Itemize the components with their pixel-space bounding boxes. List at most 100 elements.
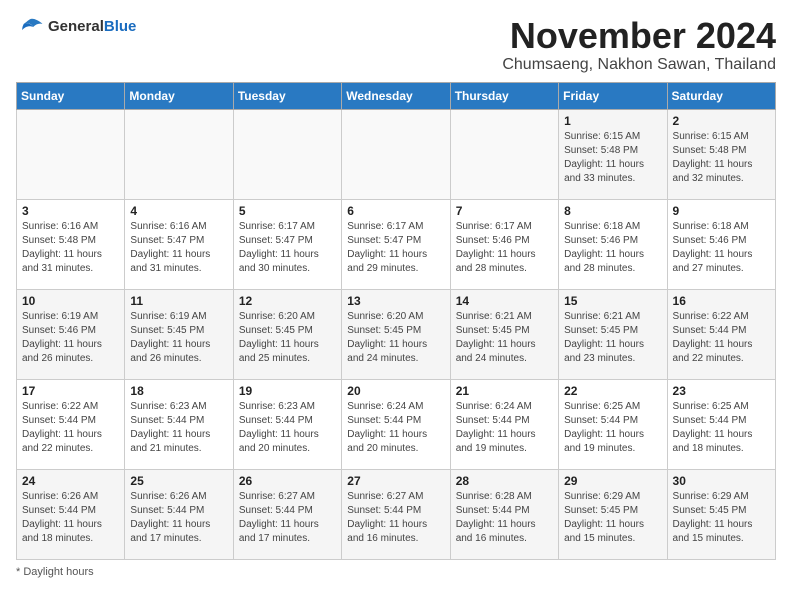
page-header: GeneralBlue November 2024 Chumsaeng, Nak…: [16, 16, 776, 74]
day-info: Sunrise: 6:19 AM Sunset: 5:46 PM Dayligh…: [22, 310, 119, 366]
calendar-cell: 15 Sunrise: 6:21 AM Sunset: 5:45 PM Dayli…: [559, 289, 667, 379]
calendar-cell: 2Sunrise: 6:15 AM Sunset: 5:48 PM Daylig…: [667, 109, 775, 199]
day-info: Sunrise: 6:24 AM Sunset: 5:44 PM Dayligh…: [347, 400, 444, 456]
calendar-cell: 4 Sunrise: 6:16 AM Sunset: 5:47 PM Daylig…: [125, 199, 233, 289]
logo-text: GeneralBlue: [48, 18, 136, 36]
day-info: Sunrise: 6:23 AM Sunset: 5:44 PM Dayligh…: [130, 400, 227, 456]
day-info: Sunrise: 6:22 AM Sunset: 5:44 PM Dayligh…: [22, 400, 119, 456]
calendar-cell: 27 Sunrise: 6:27 AM Sunset: 5:44 PM Dayli…: [342, 469, 450, 559]
calendar-cell: 10 Sunrise: 6:19 AM Sunset: 5:46 PM Dayli…: [17, 289, 125, 379]
day-info: Sunrise: 6:16 AM Sunset: 5:48 PM Dayligh…: [22, 220, 119, 276]
calendar-cell: 29 Sunrise: 6:29 AM Sunset: 5:45 PM Dayli…: [559, 469, 667, 559]
day-number: 24: [22, 474, 119, 488]
day-info: Sunrise: 6:20 AM Sunset: 5:45 PM Dayligh…: [347, 310, 444, 366]
calendar-header-tuesday: Tuesday: [233, 82, 341, 109]
calendar-table: SundayMondayTuesdayWednesdayThursdayFrid…: [16, 82, 776, 560]
day-number: 19: [239, 384, 336, 398]
day-number: 4: [130, 204, 227, 218]
day-info: Sunrise: 6:26 AM Sunset: 5:44 PM Dayligh…: [22, 490, 119, 546]
calendar-header-friday: Friday: [559, 82, 667, 109]
day-number: 11: [130, 294, 227, 308]
day-number: 23: [673, 384, 770, 398]
day-number: 22: [564, 384, 661, 398]
calendar-cell: 1 Sunrise: 6:15 AM Sunset: 5:48 PM Daylig…: [559, 109, 667, 199]
day-info: Sunrise: 6:25 AM Sunset: 5:44 PM Dayligh…: [564, 400, 661, 456]
calendar-cell: 9 Sunrise: 6:18 AM Sunset: 5:46 PM Daylig…: [667, 199, 775, 289]
day-number: 1: [564, 114, 661, 128]
day-number: 20: [347, 384, 444, 398]
day-number: 18: [130, 384, 227, 398]
day-info: Sunrise: 6:20 AM Sunset: 5:45 PM Dayligh…: [239, 310, 336, 366]
calendar-week-row: 24 Sunrise: 6:26 AM Sunset: 5:44 PM Dayli…: [17, 469, 776, 559]
day-number: 9: [673, 204, 770, 218]
calendar-header-sunday: Sunday: [17, 82, 125, 109]
calendar-cell: 28Sunrise: 6:28 AM Sunset: 5:44 PM Dayli…: [450, 469, 558, 559]
day-number: 29: [564, 474, 661, 488]
calendar-cell: 30Sunrise: 6:29 AM Sunset: 5:45 PM Dayli…: [667, 469, 775, 559]
calendar-cell: [125, 109, 233, 199]
day-info: Sunrise: 6:17 AM Sunset: 5:47 PM Dayligh…: [347, 220, 444, 276]
calendar-cell: 20 Sunrise: 6:24 AM Sunset: 5:44 PM Dayli…: [342, 379, 450, 469]
calendar-header-wednesday: Wednesday: [342, 82, 450, 109]
day-info: Sunrise: 6:27 AM Sunset: 5:44 PM Dayligh…: [347, 490, 444, 546]
day-info: Sunrise: 6:21 AM Sunset: 5:45 PM Dayligh…: [564, 310, 661, 366]
calendar-cell: 8 Sunrise: 6:18 AM Sunset: 5:46 PM Daylig…: [559, 199, 667, 289]
calendar-cell: 18 Sunrise: 6:23 AM Sunset: 5:44 PM Dayli…: [125, 379, 233, 469]
day-info: Sunrise: 6:17 AM Sunset: 5:46 PM Dayligh…: [456, 220, 553, 276]
day-number: 17: [22, 384, 119, 398]
calendar-cell: 19Sunrise: 6:23 AM Sunset: 5:44 PM Dayli…: [233, 379, 341, 469]
location-title: Chumsaeng, Nakhon Sawan, Thailand: [502, 56, 776, 74]
calendar-cell: [342, 109, 450, 199]
calendar-header-saturday: Saturday: [667, 82, 775, 109]
calendar-cell: 17 Sunrise: 6:22 AM Sunset: 5:44 PM Dayli…: [17, 379, 125, 469]
logo-blue: Blue: [104, 18, 137, 35]
calendar-week-row: 17 Sunrise: 6:22 AM Sunset: 5:44 PM Dayli…: [17, 379, 776, 469]
calendar-cell: 26Sunrise: 6:27 AM Sunset: 5:44 PM Dayli…: [233, 469, 341, 559]
day-number: 14: [456, 294, 553, 308]
day-info: Sunrise: 6:18 AM Sunset: 5:46 PM Dayligh…: [673, 220, 770, 276]
day-info: Sunrise: 6:19 AM Sunset: 5:45 PM Dayligh…: [130, 310, 227, 366]
calendar-cell: 3 Sunrise: 6:16 AM Sunset: 5:48 PM Daylig…: [17, 199, 125, 289]
calendar-cell: [450, 109, 558, 199]
day-number: 6: [347, 204, 444, 218]
day-number: 12: [239, 294, 336, 308]
day-number: 5: [239, 204, 336, 218]
calendar-cell: 24 Sunrise: 6:26 AM Sunset: 5:44 PM Dayli…: [17, 469, 125, 559]
day-number: 7: [456, 204, 553, 218]
calendar-cell: 25Sunrise: 6:26 AM Sunset: 5:44 PM Dayli…: [125, 469, 233, 559]
calendar-week-row: 10 Sunrise: 6:19 AM Sunset: 5:46 PM Dayli…: [17, 289, 776, 379]
day-number: 27: [347, 474, 444, 488]
calendar-cell: 12 Sunrise: 6:20 AM Sunset: 5:45 PM Dayli…: [233, 289, 341, 379]
calendar-cell: 6 Sunrise: 6:17 AM Sunset: 5:47 PM Daylig…: [342, 199, 450, 289]
day-number: 3: [22, 204, 119, 218]
calendar-cell: 23Sunrise: 6:25 AM Sunset: 5:44 PM Dayli…: [667, 379, 775, 469]
day-info: Sunrise: 6:21 AM Sunset: 5:45 PM Dayligh…: [456, 310, 553, 366]
day-info: Sunrise: 6:18 AM Sunset: 5:46 PM Dayligh…: [564, 220, 661, 276]
day-info: Sunrise: 6:16 AM Sunset: 5:47 PM Dayligh…: [130, 220, 227, 276]
day-number: 15: [564, 294, 661, 308]
calendar-week-row: 3 Sunrise: 6:16 AM Sunset: 5:48 PM Daylig…: [17, 199, 776, 289]
day-number: 13: [347, 294, 444, 308]
calendar-cell: 5 Sunrise: 6:17 AM Sunset: 5:47 PM Daylig…: [233, 199, 341, 289]
day-number: 16: [673, 294, 770, 308]
day-number: 21: [456, 384, 553, 398]
day-number: 2: [673, 114, 770, 128]
calendar-header-thursday: Thursday: [450, 82, 558, 109]
calendar-cell: [17, 109, 125, 199]
day-number: 26: [239, 474, 336, 488]
logo: GeneralBlue: [16, 16, 136, 38]
calendar-header-row: SundayMondayTuesdayWednesdayThursdayFrid…: [17, 82, 776, 109]
day-number: 10: [22, 294, 119, 308]
calendar-cell: 11 Sunrise: 6:19 AM Sunset: 5:45 PM Dayli…: [125, 289, 233, 379]
day-info: Sunrise: 6:29 AM Sunset: 5:45 PM Dayligh…: [564, 490, 661, 546]
title-area: November 2024 Chumsaeng, Nakhon Sawan, T…: [502, 16, 776, 74]
day-info: Sunrise: 6:15 AM Sunset: 5:48 PM Dayligh…: [564, 130, 661, 186]
daylight-hours-label: Daylight hours: [23, 566, 93, 578]
day-number: 8: [564, 204, 661, 218]
month-title: November 2024: [502, 16, 776, 56]
day-info: Sunrise: 6:24 AM Sunset: 5:44 PM Dayligh…: [456, 400, 553, 456]
day-info: Sunrise: 6:17 AM Sunset: 5:47 PM Dayligh…: [239, 220, 336, 276]
calendar-cell: 21 Sunrise: 6:24 AM Sunset: 5:44 PM Dayli…: [450, 379, 558, 469]
calendar-cell: 14 Sunrise: 6:21 AM Sunset: 5:45 PM Dayli…: [450, 289, 558, 379]
logo-bird-icon: [16, 16, 44, 38]
